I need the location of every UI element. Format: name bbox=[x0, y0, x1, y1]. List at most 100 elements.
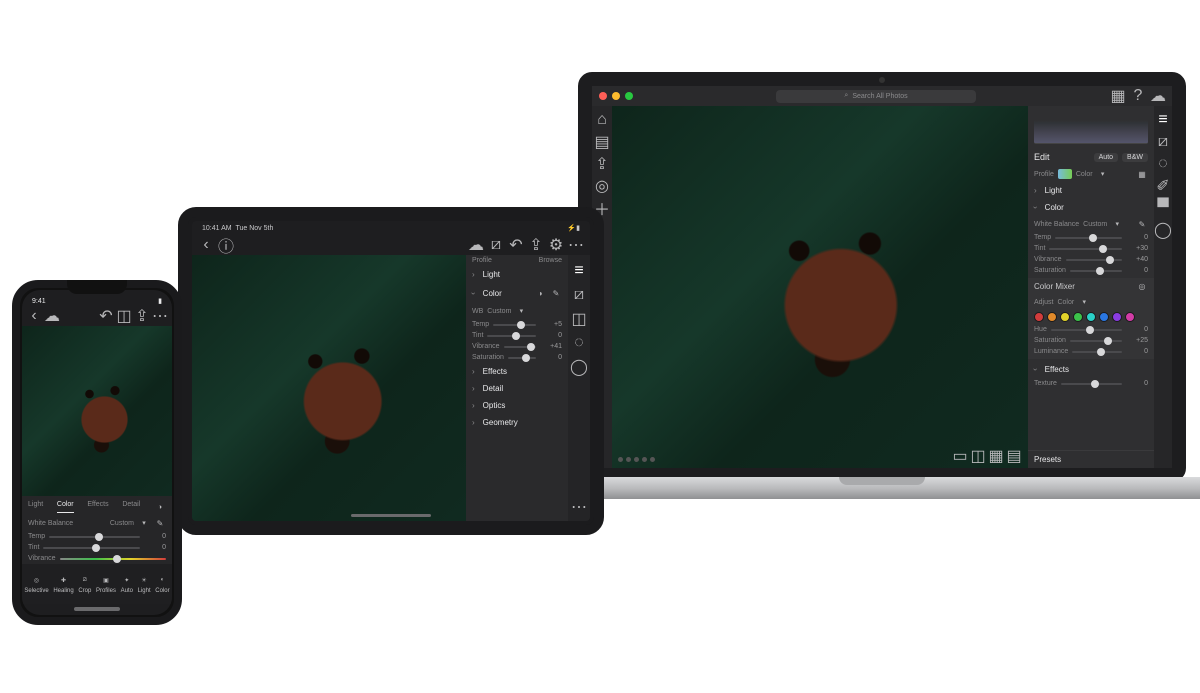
chevron-down-icon[interactable]: ▾ bbox=[1111, 218, 1123, 230]
wb-value[interactable]: Custom bbox=[487, 308, 511, 315]
chevron-down-icon[interactable]: ▾ bbox=[138, 517, 150, 529]
tablet-home-indicator[interactable] bbox=[351, 514, 431, 517]
auto-button[interactable]: Auto bbox=[1094, 153, 1118, 162]
slider-temp[interactable]: Temp0 bbox=[22, 531, 172, 542]
chevron-down-icon[interactable]: ▾ bbox=[1078, 296, 1090, 308]
info-icon[interactable]: ⓘ bbox=[220, 239, 232, 251]
profile-thumb-icon[interactable] bbox=[1058, 169, 1072, 179]
fullscreen-window-icon[interactable] bbox=[625, 92, 633, 100]
undo-icon[interactable]: ↶ bbox=[100, 310, 112, 322]
help-icon[interactable]: ? bbox=[1132, 90, 1144, 102]
filmstrip-icon[interactable]: ▤ bbox=[1008, 450, 1020, 462]
learn-icon[interactable]: ◎ bbox=[596, 180, 608, 192]
slider-mixer-saturation[interactable]: Saturation +25 bbox=[1028, 335, 1154, 346]
tool-profiles[interactable]: ▣Profiles bbox=[96, 574, 116, 594]
slider-mixer-luminance[interactable]: Luminance 0 bbox=[1028, 346, 1154, 357]
crop-icon[interactable]: ⧄ bbox=[490, 239, 502, 251]
slider-mixer-hue[interactable]: Hue 0 bbox=[1028, 324, 1154, 335]
more-icon[interactable]: ⋯ bbox=[570, 239, 582, 251]
edit-sliders-icon[interactable]: ≡ bbox=[573, 265, 585, 277]
tab-effects[interactable]: Effects bbox=[87, 501, 108, 513]
grid-view-icon[interactable]: ▦ bbox=[1112, 90, 1124, 102]
swatch-yellow[interactable] bbox=[1060, 312, 1070, 322]
back-icon[interactable]: ‹ bbox=[200, 239, 212, 251]
photo-canvas[interactable]: ▭ ◫ ▦ ▤ bbox=[612, 106, 1028, 468]
swatch-orange[interactable] bbox=[1047, 312, 1057, 322]
eyedropper-icon[interactable]: ✎ bbox=[1136, 218, 1148, 230]
slider-temp[interactable]: Temp 0 bbox=[1028, 232, 1154, 243]
crop-icon[interactable]: ⧄ bbox=[573, 289, 585, 301]
grid-icon[interactable]: ▦ bbox=[990, 450, 1002, 462]
slider-tint[interactable]: Tint0 bbox=[22, 542, 172, 553]
histogram[interactable] bbox=[1034, 110, 1148, 144]
section-color[interactable]: Color bbox=[1028, 199, 1154, 216]
slider-saturation[interactable]: Saturation 0 bbox=[1028, 265, 1154, 276]
swatch-blue[interactable] bbox=[1099, 312, 1109, 322]
color-mixer-swatches[interactable] bbox=[1028, 310, 1154, 324]
wb-value[interactable]: Custom bbox=[1083, 221, 1107, 228]
brush-icon[interactable]: ✐ bbox=[1157, 180, 1169, 192]
section-optics[interactable]: Optics bbox=[466, 397, 568, 414]
presets-icon[interactable]: ◫ bbox=[573, 313, 585, 325]
home-icon[interactable]: ⌂ bbox=[596, 114, 608, 126]
undo-icon[interactable]: ↶ bbox=[510, 239, 522, 251]
tab-color[interactable]: Color bbox=[57, 501, 74, 513]
chevron-down-icon[interactable]: ▾ bbox=[515, 305, 527, 317]
healing-icon[interactable]: ◌ bbox=[573, 337, 585, 349]
crop-icon[interactable]: ⧄ bbox=[1157, 136, 1169, 148]
back-icon[interactable]: ‹ bbox=[28, 310, 40, 322]
more-icon[interactable]: ⋯ bbox=[573, 501, 585, 513]
rating-dots[interactable] bbox=[618, 457, 655, 462]
window-controls[interactable] bbox=[592, 87, 640, 105]
section-geometry[interactable]: Geometry bbox=[466, 414, 568, 431]
slider-vibrance[interactable]: Vibrance +40 bbox=[1028, 254, 1154, 265]
bw-button[interactable]: B&W bbox=[1122, 153, 1148, 162]
cloud-icon[interactable]: ☁ bbox=[46, 310, 58, 322]
tool-crop[interactable]: ⧄Crop bbox=[78, 574, 91, 594]
slider-temp[interactable]: Temp+5 bbox=[466, 319, 568, 330]
tool-color[interactable]: ◐Color bbox=[155, 574, 169, 594]
compare-view-icon[interactable]: ◫ bbox=[972, 450, 984, 462]
masking-icon[interactable]: ◯ bbox=[573, 361, 585, 373]
section-light[interactable]: Light bbox=[466, 266, 568, 283]
eyedropper-icon[interactable]: ✎ bbox=[154, 517, 166, 529]
slider-vibrance[interactable]: Vibrance+41 bbox=[466, 341, 568, 352]
share-icon[interactable]: ⇪ bbox=[136, 310, 148, 322]
tool-selective[interactable]: ◎Selective bbox=[24, 574, 48, 594]
swatch-aqua[interactable] bbox=[1086, 312, 1096, 322]
more-icon[interactable]: ⋯ bbox=[154, 310, 166, 322]
healing-icon[interactable]: ◌ bbox=[1157, 158, 1169, 170]
slider-texture[interactable]: Texture 0 bbox=[1028, 378, 1154, 389]
search-input[interactable]: ⌕ Search All Photos bbox=[776, 90, 976, 103]
radial-gradient-icon[interactable]: ◯ bbox=[1157, 224, 1169, 236]
single-view-icon[interactable]: ▭ bbox=[954, 450, 966, 462]
swatch-red[interactable] bbox=[1034, 312, 1044, 322]
tool-healing[interactable]: ✚Healing bbox=[53, 574, 73, 594]
edit-sliders-icon[interactable]: ≡ bbox=[1157, 114, 1169, 126]
linear-gradient-icon[interactable]: ▀ bbox=[1157, 202, 1169, 214]
section-light[interactable]: Light bbox=[1028, 182, 1154, 199]
section-effects[interactable]: Effects bbox=[466, 363, 568, 380]
swatch-magenta[interactable] bbox=[1125, 312, 1135, 322]
target-adjust-icon[interactable]: ◎ bbox=[1136, 280, 1148, 292]
section-detail[interactable]: Detail bbox=[466, 380, 568, 397]
section-effects[interactable]: Effects bbox=[1028, 361, 1154, 378]
chevron-down-icon[interactable]: ▾ bbox=[1097, 168, 1109, 180]
color-mixer-icon[interactable]: ◑ bbox=[534, 287, 546, 299]
profile-value[interactable]: Color bbox=[1076, 171, 1093, 178]
cloud-icon[interactable]: ☁ bbox=[470, 239, 482, 251]
settings-icon[interactable]: ⚙ bbox=[550, 239, 562, 251]
tab-detail[interactable]: Detail bbox=[122, 501, 140, 513]
profile-grid-icon[interactable]: ▦ bbox=[1136, 168, 1148, 180]
swatch-purple[interactable] bbox=[1112, 312, 1122, 322]
phone-home-indicator[interactable] bbox=[74, 607, 120, 611]
eyedropper-icon[interactable]: ✎ bbox=[550, 287, 562, 299]
mixer-adjust-value[interactable]: Color bbox=[1057, 299, 1074, 306]
slider-vibrance[interactable]: Vibrance bbox=[22, 553, 172, 564]
tool-auto[interactable]: ✦Auto bbox=[121, 574, 133, 594]
slider-saturation[interactable]: Saturation0 bbox=[466, 352, 568, 363]
section-color[interactable]: Color ◑ ✎ bbox=[466, 283, 568, 303]
tab-light[interactable]: Light bbox=[28, 501, 43, 513]
color-mix-icon[interactable]: ◑ bbox=[154, 501, 166, 513]
tool-light[interactable]: ☀Light bbox=[138, 574, 151, 594]
